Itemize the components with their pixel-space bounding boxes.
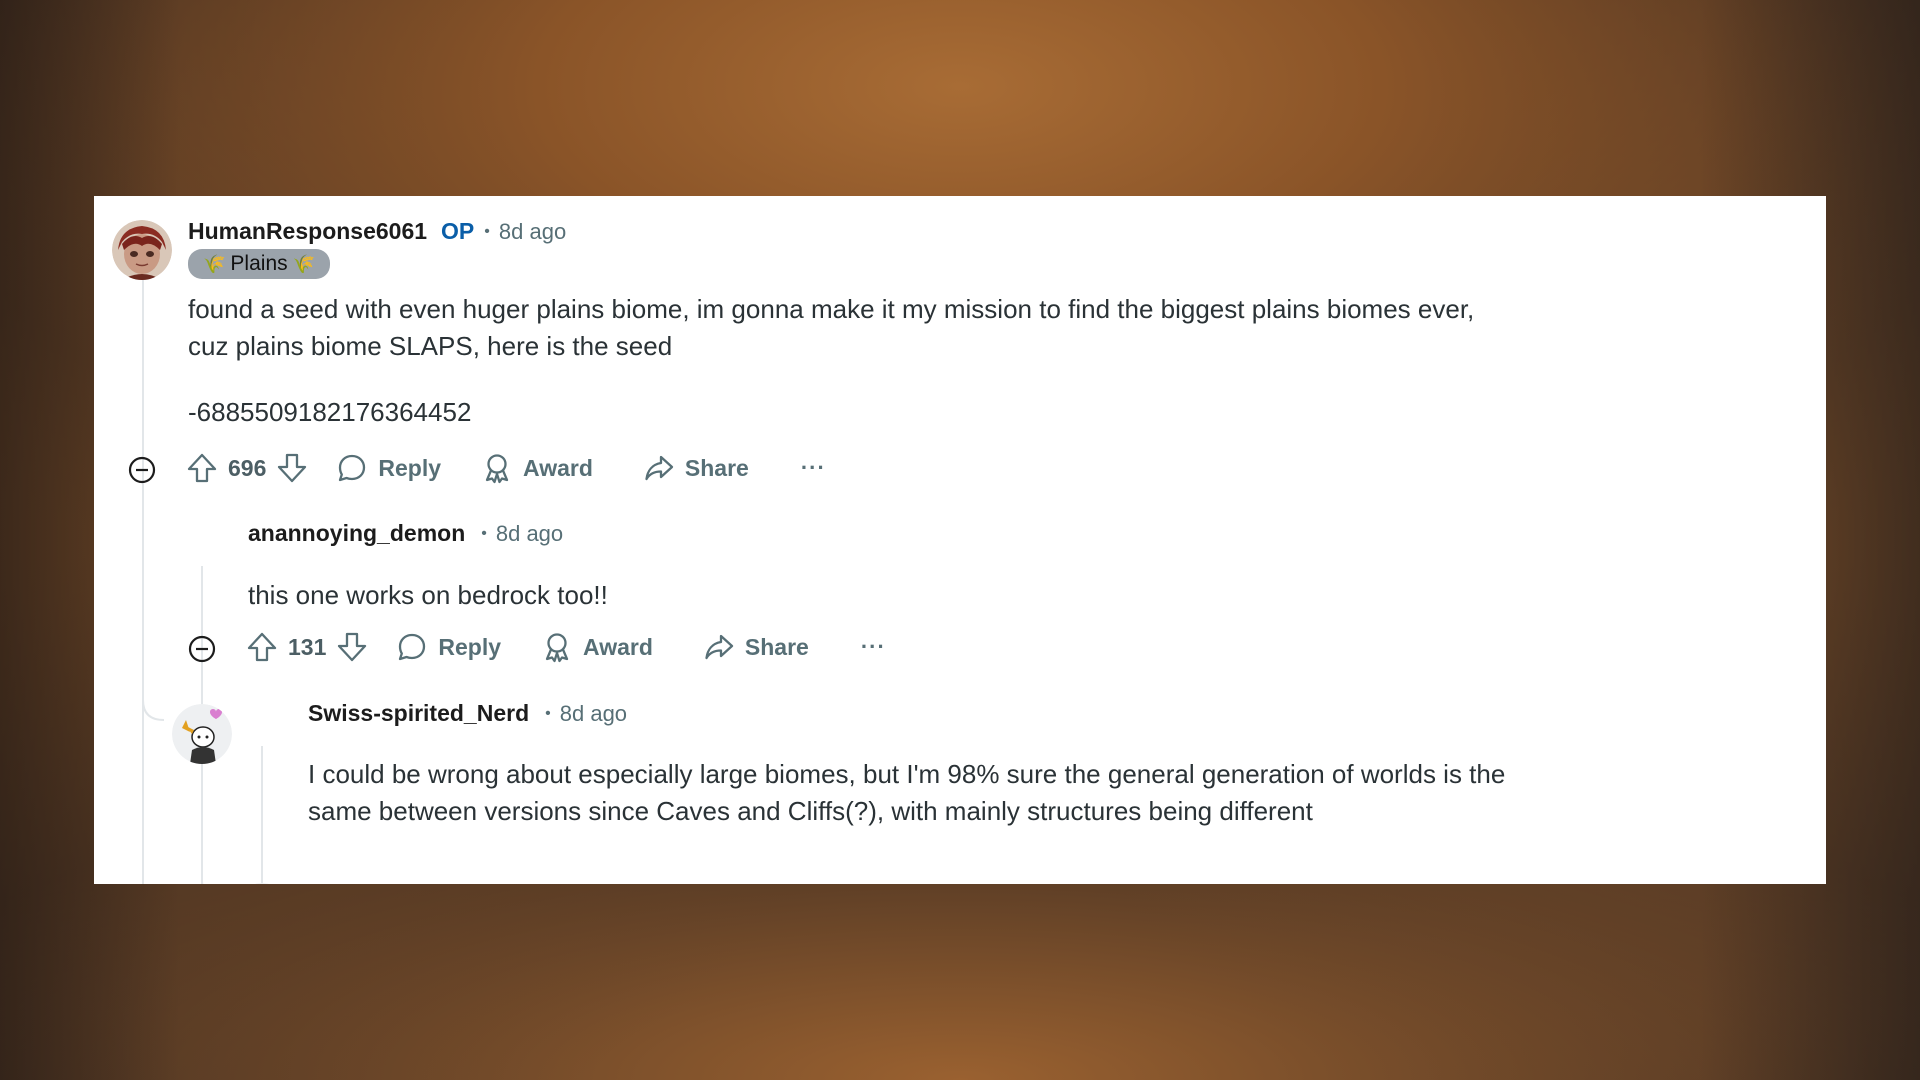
avatar[interactable] [172,704,232,764]
comment-body: this one works on bedrock too!! [248,577,1488,614]
reply-icon [399,633,426,661]
separator-dot: • [481,524,487,542]
username[interactable]: Swiss-spirited_Nerd [308,700,529,727]
reply-icon [339,454,366,482]
timestamp[interactable]: 8d ago [560,701,627,727]
comment-body: I could be wrong about especially large … [308,756,1508,830]
share-label: Share [684,454,749,481]
more-options-button[interactable]: ··· [861,634,886,660]
collapse-icon[interactable] [128,456,156,484]
award-button[interactable]: Award [541,631,653,663]
more-options-button[interactable]: ··· [801,455,826,481]
wheat-icon: 🌾 [203,254,226,274]
upvote-icon[interactable] [246,631,278,663]
vote-score: 696 [228,454,267,481]
award-label: Award [583,633,653,660]
reply-label: Reply [378,454,442,481]
comment-action-bar: 131 Reply Award Share ··· [246,631,886,663]
share-icon [645,455,674,481]
collapse-icon[interactable] [188,635,216,663]
wheat-icon: 🌾 [292,254,316,274]
comment-header: HumanResponse6061 OP • 8d ago [188,218,566,245]
seed-paragraph: -6885509182176364452 [188,397,472,427]
thread-line-level1 [142,280,144,884]
comment-paragraph: I could be wrong about especially large … [308,759,1506,826]
op-badge: OP [441,218,475,244]
separator-dot: • [545,704,551,722]
vote-score: 131 [288,633,327,660]
upvote-icon[interactable] [186,452,218,484]
comment-header: Swiss-spirited_Nerd • 8d ago [308,700,627,727]
avatar[interactable] [112,220,172,280]
reply-label: Reply [438,633,502,660]
comment-paragraph: found a seed with even huger plains biom… [188,294,1475,361]
share-icon [705,634,734,660]
comment-action-bar: 696 Reply Award Share ··· [186,452,826,484]
award-icon [545,633,569,663]
award-icon [485,454,509,484]
comment-paragraph: this one works on bedrock too!! [248,580,608,610]
user-flair: 🌾 Plains 🌾 [188,249,331,279]
reply-button[interactable]: Reply [396,631,501,663]
comment-header: anannoying_demon • 8d ago [248,520,563,547]
share-label: Share [744,633,809,660]
username[interactable]: anannoying_demon [248,520,465,547]
award-button[interactable]: Award [481,452,593,484]
thread-connector-1 [142,686,165,721]
share-button[interactable]: Share [643,452,749,484]
reply-button[interactable]: Reply [336,452,441,484]
timestamp[interactable]: 8d ago [496,521,563,547]
award-label: Award [523,454,593,481]
thread-line-level3 [261,746,263,884]
avatar[interactable] [232,883,292,884]
separator-dot: • [484,222,490,240]
username[interactable]: HumanResponse6061 [188,218,427,245]
downvote-icon[interactable] [336,631,368,663]
thread-connector-2 [201,866,204,884]
flair-label: Plains [230,252,288,275]
comment-body: found a seed with even huger plains biom… [188,291,1488,431]
share-button[interactable]: Share [703,631,809,663]
downvote-icon[interactable] [276,452,308,484]
comment-thread-card: HumanResponse6061 OP • 8d ago 🌾 Plains 🌾 f… [94,196,1826,884]
timestamp[interactable]: 8d ago [499,219,566,245]
